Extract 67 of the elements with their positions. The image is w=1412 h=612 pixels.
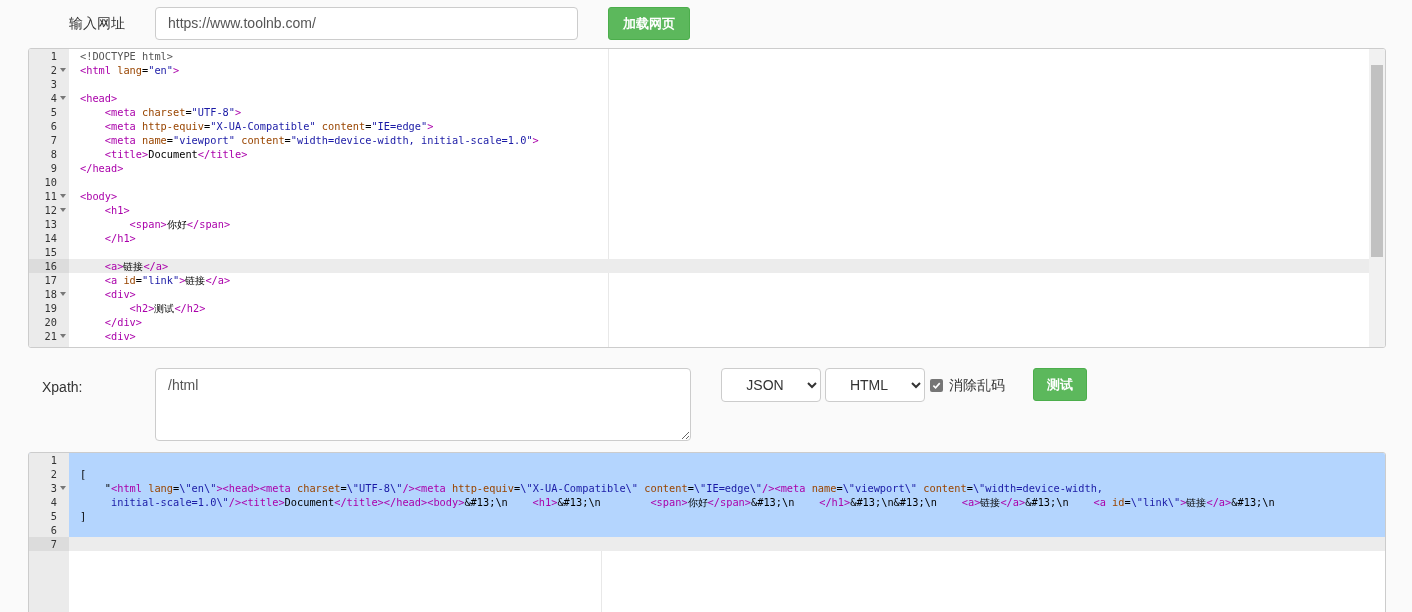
- code-text: <body>: [80, 190, 118, 202]
- code-text: <h1>: [103, 204, 130, 216]
- code-text: <!DOCTYPE html>: [80, 50, 173, 62]
- line-number: 9: [49, 161, 57, 175]
- code-text: </h1>: [103, 232, 136, 244]
- line-number: 4: [49, 495, 57, 509]
- code-text: <head>: [80, 92, 118, 104]
- line-number: 7: [49, 133, 57, 147]
- fold-arrow-icon[interactable]: [60, 334, 66, 338]
- fold-arrow-icon[interactable]: [60, 292, 66, 296]
- code-text: <span>你好</span>: [128, 218, 231, 230]
- line-number: 6: [49, 119, 57, 133]
- code-text: <title>Document</title>: [103, 148, 248, 160]
- line-number: 11: [43, 189, 57, 203]
- scrollbar[interactable]: [1369, 49, 1385, 347]
- line-number: 12: [43, 203, 57, 217]
- line-number: 4: [49, 91, 57, 105]
- line-number: 21: [43, 329, 57, 343]
- xpath-field[interactable]: /html: [155, 368, 691, 441]
- line-number: 13: [43, 217, 57, 231]
- format-select[interactable]: JSON: [721, 368, 821, 402]
- fold-arrow-icon[interactable]: [60, 194, 66, 198]
- line-number: 2: [49, 467, 57, 481]
- code-text: ]: [80, 510, 87, 522]
- line-number: 17: [43, 273, 57, 287]
- code-text: [: [80, 468, 87, 480]
- fold-arrow-icon[interactable]: [60, 208, 66, 212]
- line-number: 7: [49, 537, 57, 551]
- line-number: 14: [43, 231, 57, 245]
- line-number: 15: [43, 245, 57, 259]
- xpath-label: Xpath:: [42, 378, 84, 397]
- code-text: </div>: [103, 316, 142, 328]
- code-editor[interactable]: [28, 452, 1386, 612]
- code-text: </head>: [80, 162, 124, 174]
- code-text: <meta name="viewport" content="width=device-width, initial-scale=1.0">: [103, 134, 539, 146]
- line-number: 3: [49, 77, 57, 91]
- url-field[interactable]: https://www.toolnb.com/: [155, 6, 578, 40]
- code-text: <h2>测试</h2>: [128, 302, 206, 314]
- line-number: 18: [43, 287, 57, 301]
- code-text: <a>链接</a>: [103, 260, 169, 272]
- checkbox-label: 消除乱码: [949, 375, 1005, 395]
- line-number: 19: [43, 301, 57, 315]
- code-text: <div>: [103, 288, 136, 300]
- code-text: <div>: [103, 330, 136, 342]
- fold-arrow-icon[interactable]: [60, 68, 66, 72]
- type-select[interactable]: HTML: [825, 368, 925, 402]
- line-number: 1: [49, 49, 57, 63]
- code-text: <meta http-equiv="X-UA-Compatible" content="IE=edge">: [103, 120, 434, 132]
- code-text: <meta charset="UTF-8">: [103, 106, 242, 118]
- line-number: 5: [49, 105, 57, 119]
- line-number: 8: [49, 147, 57, 161]
- code-text: <a id="link">链接</a>: [103, 274, 231, 286]
- line-number: 2: [49, 63, 57, 77]
- fold-arrow-icon[interactable]: [60, 486, 66, 490]
- line-number: 16: [43, 259, 57, 273]
- code-text: "<html lang=\"en\"><head><meta charset=\"UTF-8\"/><meta http-equiv=\"X-UA-Compatible\" content=\"IE=edge\"/><meta name=\"viewport\" content=\"width=device-width,: [103, 482, 1104, 494]
- line-number: 1: [49, 453, 57, 467]
- fold-arrow-icon[interactable]: [60, 96, 66, 100]
- line-number: 10: [43, 175, 57, 189]
- url-label: 输入网址: [69, 13, 126, 33]
- line-number: 3: [49, 481, 57, 495]
- line-number: 6: [49, 523, 57, 537]
- line-number: 20: [43, 315, 57, 329]
- code-text: initial-scale=1.0\"/><title>Document</title></head><body>&#13;\n <h1>&#13;\n <span>你好</span>&#13;\n </h1>&#13;\n&#13;\n <a>链接</a>&#13;\n <a id=\"link\">链接</a>&#13;\n: [110, 496, 1275, 508]
- checkbox[interactable]: [930, 378, 943, 392]
- line-number: 5: [49, 509, 57, 523]
- code-text: <html lang="en">: [80, 64, 180, 76]
